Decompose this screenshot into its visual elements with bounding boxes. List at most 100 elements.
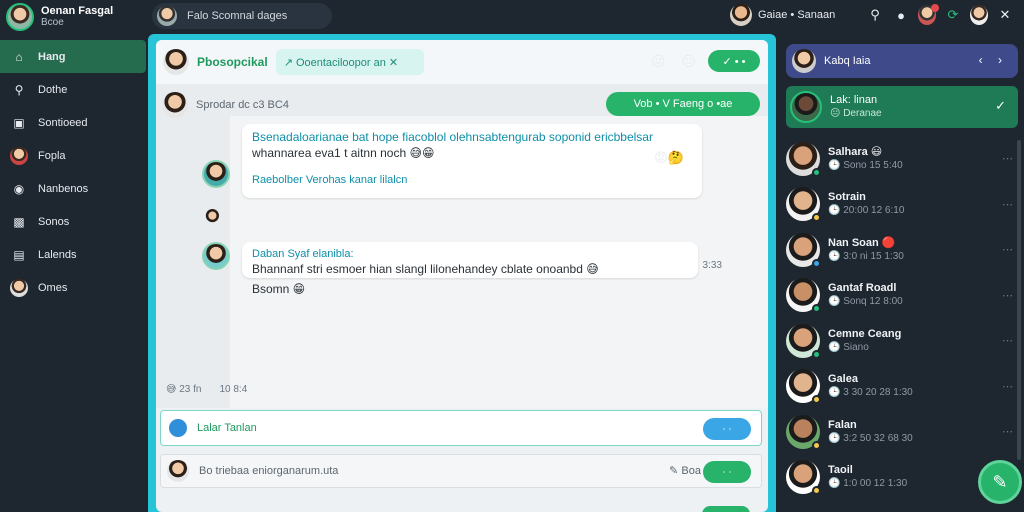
message-column: Bsenadaloarianae bat hope fiacoblol oleh…	[230, 116, 768, 408]
more-icon[interactable]: ⋯	[1002, 380, 1014, 393]
extra-compose-row	[596, 504, 756, 512]
message-input[interactable]: Bo triebaa eniorganarum.uta ✎ Boa ∙ ∙	[160, 454, 762, 488]
contact-status: 😐 Deranae	[830, 108, 882, 119]
edit-icon: ✎	[992, 471, 1008, 492]
sidebar-item-label: Fopla	[38, 149, 66, 162]
contact-time: 🕒 1:0 00 12 1:30	[828, 478, 908, 490]
contact-active[interactable]: Lak: linan 😐 Deranae ✓	[786, 86, 1018, 128]
more-icon[interactable]: ⋯	[1002, 243, 1014, 256]
sidebar-item-search[interactable]: ⚲ Dothe	[0, 73, 146, 106]
avatar	[786, 187, 821, 223]
message-link[interactable]: Raebolber Verohas kanar lilalcn	[252, 174, 692, 186]
contact-time: 🕒 Sono 15 5:40	[828, 159, 903, 171]
sidebar-item-home[interactable]: ⌂ Hang	[0, 40, 146, 73]
avatar	[786, 414, 821, 450]
more-icon[interactable]: ⋯	[1002, 334, 1014, 347]
avatar	[730, 4, 752, 26]
chevron-nav-icon[interactable]: ‹ ›	[979, 53, 1008, 67]
sidebar-item-label: Sonos	[38, 215, 70, 228]
avatar[interactable]	[6, 3, 34, 31]
sidebar-item-folder[interactable]: ▣ Sontioeed	[0, 106, 146, 139]
contact-name: Gantaf Roadl	[828, 282, 897, 295]
send-button-label: ∙ ∙	[722, 466, 732, 478]
sidebar-item-label: Dothe	[38, 83, 68, 96]
sidebar-item-person[interactable]: Omes	[0, 271, 146, 304]
contact-name: Falan	[828, 418, 857, 431]
contact-row[interactable]: Cemne Ceang 🕒 Siano ⋯	[786, 318, 1018, 364]
chat-partner[interactable]: Gaiae • Sanaan	[730, 4, 868, 26]
current-user[interactable]: Oenan Fasgal Bcoe	[6, 3, 113, 31]
status-dot	[812, 486, 821, 496]
status-dot	[812, 167, 821, 177]
people-icon	[10, 146, 28, 165]
contacts-header[interactable]: Kabq Iaia ‹ ›	[786, 44, 1018, 78]
message-reactions[interactable]: 😡🤔	[654, 150, 684, 166]
contact-name: Sotrain	[828, 191, 866, 204]
sender-avatar[interactable]	[202, 242, 230, 270]
avatar	[786, 141, 821, 177]
emoji-reactions[interactable]: 😐 😐	[651, 53, 702, 70]
notification-avatar[interactable]	[918, 4, 939, 25]
status-dot	[812, 258, 821, 268]
message-text: Bsenadaloarianae bat hope fiacoblol oleh…	[252, 130, 653, 144]
sidebar-item-label: Omes	[38, 281, 68, 294]
sidebar-item-lock[interactable]: ▩ Sonos	[0, 205, 146, 238]
voice-button[interactable]: ∙ ∙	[703, 418, 751, 440]
avatar	[167, 460, 189, 482]
reaction-bar[interactable]: Vob • V Faeng o •ae	[606, 92, 760, 116]
more-icon[interactable]: ⋯	[1002, 289, 1014, 302]
meta-reaction: 😅 23 fn	[166, 384, 202, 395]
contact-row[interactable]: Galea 🕒 3 30 20 28 1:30 ⋯	[786, 364, 1018, 410]
chat-topic-chip[interactable]: ↗ Ooentaciloopor an ✕	[275, 49, 424, 75]
more-icon[interactable]: ⋯	[1002, 425, 1014, 438]
contact-time: 🕒 3:0 ni 15 1:30	[828, 250, 904, 262]
refresh-icon[interactable]: ⟳	[944, 6, 962, 24]
send-button[interactable]: ∙ ∙	[703, 461, 751, 483]
contact-row[interactable]: Nan Soan 🔴 🕒 3:0 ni 15 1:30 ⋯	[786, 227, 1018, 273]
reply-field[interactable]: Lalar Tanlan ∙ ∙	[160, 410, 762, 446]
contact-row[interactable]: Salhara 😃 🕒 Sono 15 5:40 ⋯	[786, 136, 1018, 182]
avatar	[786, 323, 821, 359]
sidebar-item-label: Sontioeed	[38, 116, 88, 129]
compose-fab[interactable]: ✎	[978, 460, 1022, 504]
profile-avatar[interactable]	[970, 5, 988, 25]
sidebar-item-globe[interactable]: ◉ Nanbenos	[0, 172, 146, 205]
chat-header: Pbosopcikal ↗ Ooentaciloopor an ✕ 😐 😐 ✓ …	[156, 40, 768, 84]
search-bar[interactable]: Falo Scomnal dages	[152, 3, 332, 29]
sender-avatar[interactable]	[202, 160, 230, 188]
contact-row[interactable]: Gantaf Roadl 🕒 Sonq 12 8:00 ⋯	[786, 273, 1018, 319]
chat-bubble-icon[interactable]: ●	[892, 6, 910, 24]
sender-avatar[interactable]	[202, 204, 230, 232]
more-icon[interactable]: ⋯	[1002, 198, 1014, 211]
contacts-scrollbar[interactable]	[1017, 140, 1021, 460]
pin-icon[interactable]: ⚲	[866, 6, 884, 24]
message-bubble[interactable]: Bsenadaloarianae bat hope fiacoblol oleh…	[242, 124, 702, 198]
attach-button[interactable]: ✎ Boa	[669, 464, 701, 477]
avatar[interactable]	[163, 49, 189, 75]
more-icon[interactable]: ⋯	[1002, 152, 1014, 165]
sidebar-item-label: Hang	[38, 50, 66, 63]
contacts-header-title: Kabq Iaia	[824, 55, 871, 67]
contact-row[interactable]: Falan 🕒 3:2 50 32 68 30 ⋯	[786, 409, 1018, 455]
message-bubble[interactable]: Daban Syaf elanibla: Bhannanf stri esmoe…	[242, 242, 722, 278]
status-dot	[812, 440, 821, 450]
sidebar-item-people[interactable]: Fopla	[0, 139, 146, 172]
contact-name: Taoil	[828, 464, 853, 477]
message-area: Sprodar dc c3 BC4 Vob • V Faeng o •ae 18…	[156, 84, 768, 408]
message-text: whannarea eva1 t aitnn noch 😅😁	[252, 146, 435, 160]
close-icon[interactable]: ✕	[996, 6, 1014, 24]
check-icon: ✓	[995, 98, 1006, 113]
avatar	[786, 232, 821, 268]
contacts-panel: Kabq Iaia ‹ › Lak: linan 😐 Deranae ✓ Sal…	[778, 34, 1024, 512]
sidebar-item-briefcase[interactable]: ▤ Lalends	[0, 238, 146, 271]
contact-row[interactable]: Sotrain 🕒 20:00 12 6:10 ⋯	[786, 182, 1018, 228]
message-time: 3:33	[702, 260, 722, 271]
extra-send-button[interactable]	[702, 506, 750, 512]
lock-icon: ▩	[13, 214, 25, 229]
contact-time: 🕒 3:2 50 32 68 30	[828, 432, 913, 444]
chat-window: Pbosopcikal ↗ Ooentaciloopor an ✕ 😐 😐 ✓ …	[156, 40, 768, 512]
status-dot	[812, 304, 821, 314]
call-button[interactable]: ✓ • •	[708, 50, 760, 72]
message-input-text: Bo triebaa eniorganarum.uta	[199, 465, 339, 477]
system-message-text: Sprodar dc c3 BC4	[196, 99, 289, 111]
